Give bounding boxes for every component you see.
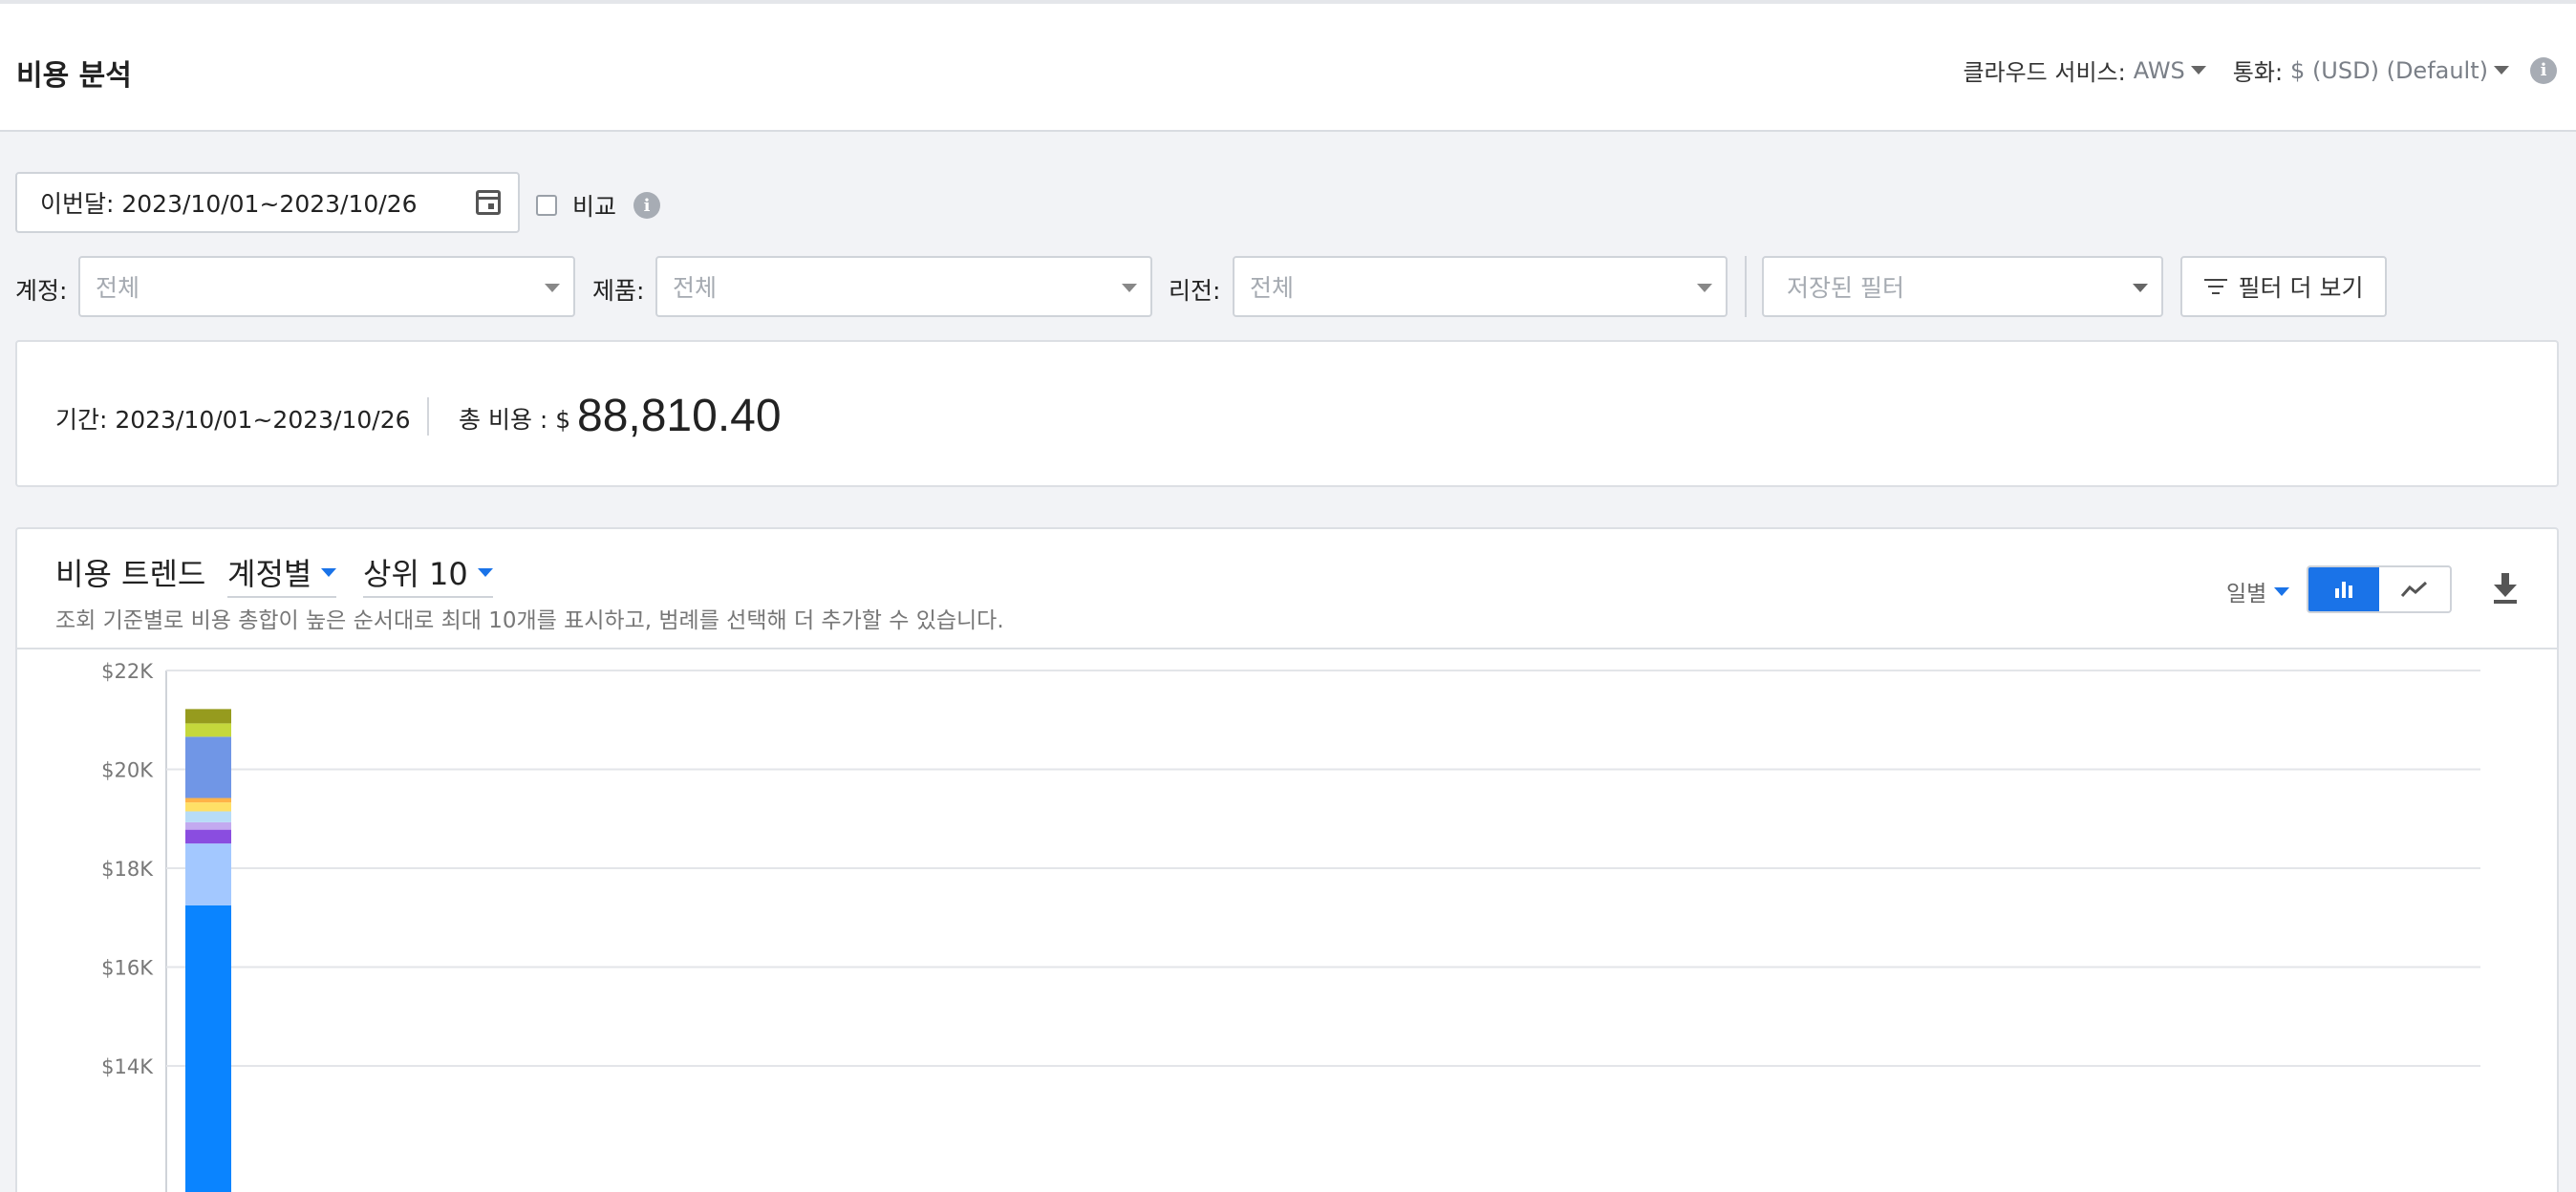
group-by-select[interactable]: 계정별 bbox=[227, 550, 337, 598]
saved-filter-select[interactable]: 저장된 필터 bbox=[1762, 256, 2163, 317]
filter-icon bbox=[2203, 278, 2227, 295]
bar-chart-button[interactable] bbox=[2308, 567, 2379, 611]
calendar-icon[interactable] bbox=[476, 190, 501, 215]
cost-summary: 기간: 2023/10/01~2023/10/26 총 비용 : $ 88,81… bbox=[15, 340, 2559, 487]
y-tick-label: $14K bbox=[101, 1055, 154, 1078]
top-n-value: 상위 10 bbox=[363, 556, 468, 592]
filter-divider bbox=[1745, 256, 1747, 317]
currency-symbol: $ bbox=[555, 406, 571, 434]
account-select[interactable]: 전체 bbox=[78, 256, 575, 317]
cost-trend-description: 조회 기준별로 비용 총합이 높은 순서대로 최대 10개를 표시하고, 범례를… bbox=[55, 608, 1004, 633]
cost-trend-title: 비용 트렌드 bbox=[55, 556, 206, 592]
cost-trend-panel: 비용 트렌드 계정별 상위 10 조회 기준별로 비용 총합이 높은 순서대로 … bbox=[15, 527, 2559, 1192]
bar-segment[interactable] bbox=[185, 736, 231, 798]
y-tick-label: $18K bbox=[101, 858, 154, 881]
region-select-value: 전체 bbox=[1250, 274, 1295, 302]
cost-trend-chart: $14K $16K $18K $20K $22K bbox=[101, 660, 2480, 1192]
product-select[interactable]: 전체 bbox=[655, 256, 1152, 317]
cloud-service-label: 클라우드 서비스: bbox=[1963, 59, 2126, 86]
chevron-down-icon[interactable] bbox=[2494, 66, 2509, 74]
account-select-value: 전체 bbox=[96, 274, 140, 302]
more-filters-label: 필터 더 보기 bbox=[2238, 274, 2364, 302]
bar-segment[interactable] bbox=[185, 811, 231, 822]
chevron-down-icon[interactable] bbox=[2190, 66, 2206, 74]
product-select-value: 전체 bbox=[673, 274, 718, 302]
granularity-value: 일별 bbox=[2226, 582, 2267, 607]
info-icon[interactable]: i bbox=[633, 192, 661, 219]
cost-trend-header: 비용 트렌드 계정별 상위 10 조회 기준별로 비용 총합이 높은 순서대로 … bbox=[17, 529, 2557, 649]
y-tick-label: $22K bbox=[101, 660, 154, 683]
bar-segment[interactable] bbox=[185, 843, 231, 905]
group-by-value: 계정별 bbox=[227, 556, 312, 592]
currency-label: 통화: bbox=[2232, 59, 2284, 86]
date-range-value: 이번달: 2023/10/01~2023/10/26 bbox=[40, 190, 418, 218]
y-tick-label: $16K bbox=[101, 957, 154, 980]
chevron-down-icon bbox=[477, 567, 493, 577]
bar-segment[interactable] bbox=[185, 905, 231, 1192]
line-chart-button[interactable] bbox=[2379, 567, 2450, 611]
bar-segment[interactable] bbox=[185, 709, 231, 724]
region-label: 리전: bbox=[1169, 277, 1221, 305]
top-bar: 비용 분석 클라우드 서비스: AWS 통화: $ (USD) (Default… bbox=[0, 0, 2576, 132]
region-select[interactable]: 전체 bbox=[1233, 256, 1728, 317]
granularity-select[interactable]: 일별 bbox=[2226, 575, 2290, 607]
total-cost-value: 88,810.40 bbox=[577, 391, 782, 441]
bar-segment[interactable] bbox=[185, 821, 231, 830]
download-icon[interactable] bbox=[2490, 571, 2521, 606]
bar-segment[interactable] bbox=[185, 723, 231, 737]
chart-type-toggle bbox=[2307, 565, 2452, 613]
chevron-down-icon bbox=[321, 567, 337, 577]
line-chart-icon bbox=[2400, 581, 2428, 597]
y-tick-label: $20K bbox=[101, 759, 154, 782]
top-n-select[interactable]: 상위 10 bbox=[363, 550, 493, 598]
bar-segment[interactable] bbox=[185, 829, 231, 844]
chevron-down-icon bbox=[1697, 284, 1712, 292]
summary-divider bbox=[427, 397, 429, 436]
chevron-down-icon bbox=[545, 284, 560, 292]
header-controls: 클라우드 서비스: AWS 통화: $ (USD) (Default) i bbox=[1963, 53, 2557, 87]
bar-segment[interactable] bbox=[185, 798, 231, 803]
total-cost-label-text: 총 비용 : bbox=[459, 406, 548, 434]
page-title: 비용 분석 bbox=[16, 59, 132, 93]
saved-filter-placeholder: 저장된 필터 bbox=[1787, 274, 1904, 302]
cloud-service-select[interactable]: AWS bbox=[2134, 57, 2185, 84]
product-label: 제품: bbox=[592, 277, 645, 305]
chevron-down-icon bbox=[1122, 284, 1137, 292]
more-filters-button[interactable]: 필터 더 보기 bbox=[2180, 256, 2387, 317]
currency-select[interactable]: $ (USD) (Default) bbox=[2290, 57, 2488, 84]
chevron-down-icon bbox=[2133, 284, 2148, 292]
date-range-picker[interactable]: 이번달: 2023/10/01~2023/10/26 bbox=[15, 172, 520, 233]
compare-label: 비교 bbox=[572, 193, 617, 221]
chevron-down-icon bbox=[2274, 586, 2290, 596]
bar-chart-icon bbox=[2335, 582, 2352, 598]
account-label: 계정: bbox=[15, 277, 68, 305]
compare-toggle: 비교 i bbox=[536, 188, 661, 223]
bar-segment[interactable] bbox=[185, 802, 231, 812]
summary-period: 기간: 2023/10/01~2023/10/26 bbox=[55, 406, 411, 434]
info-icon[interactable]: i bbox=[2530, 56, 2557, 84]
total-cost-label: 총 비용 : $ bbox=[459, 401, 570, 436]
compare-checkbox[interactable] bbox=[536, 195, 557, 216]
